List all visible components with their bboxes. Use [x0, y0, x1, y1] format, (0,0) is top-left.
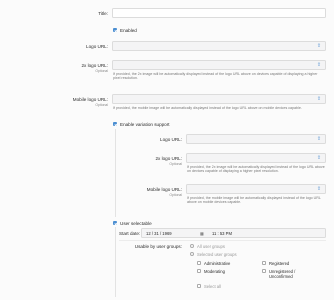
logo-url-input[interactable]: ⇪ [112, 41, 326, 51]
variation-mobile-logo-label: Mobile logo URL: [146, 187, 182, 192]
variation-logo-2x-label: 2x logo URL: [155, 156, 182, 161]
variation-logo-2x-optional: Optional [169, 162, 182, 166]
user-selectable-panel [115, 227, 116, 297]
enabled-checkbox[interactable] [113, 28, 117, 32]
upload-icon[interactable]: ⇪ [316, 187, 322, 192]
upload-icon[interactable]: ⇪ [316, 137, 322, 142]
all-user-groups-label: All user groups [197, 243, 225, 249]
logo-2x-optional: Optional [95, 69, 108, 73]
group-moderating-label: Moderating [204, 268, 225, 274]
start-date-date[interactable]: 12 / 31 / 1969 [146, 231, 172, 236]
upload-icon[interactable]: ⇪ [316, 63, 322, 68]
group-registered-label: Registered [269, 260, 290, 266]
variation-mobile-logo-optional: Optional [169, 193, 182, 197]
user-selectable-checkbox[interactable] [113, 221, 117, 225]
start-date-label: Start date: [119, 230, 141, 236]
start-date-input[interactable]: 12 / 31 / 1969 ▦ 11 : 53 PM [141, 228, 326, 238]
group-unregistered-checkbox[interactable] [262, 268, 266, 273]
upload-icon[interactable]: ⇪ [316, 44, 322, 49]
variation-logo-url-label: Logo URL: [160, 137, 182, 142]
variation-mobile-logo-hint: If provided, the mobile image will be au… [187, 196, 321, 205]
title-label: Title: [98, 11, 108, 16]
upload-icon[interactable]: ⇪ [316, 97, 322, 102]
variation-logo-2x-input[interactable]: ⇪ [186, 153, 326, 163]
mobile-logo-input[interactable]: ⇪ [112, 94, 326, 104]
group-administrative-label: Administrative [204, 260, 231, 266]
calendar-icon[interactable]: ▦ [200, 231, 204, 236]
variation-checkbox[interactable] [113, 122, 117, 126]
mobile-logo-hint: If provided, the mobile image will be au… [113, 106, 302, 110]
user-selectable-label: User selectable [120, 220, 152, 226]
variation-logo-2x-hint: If provided, the 2x image will be automa… [187, 165, 325, 174]
enabled-label: Enabled [120, 27, 137, 33]
title-input[interactable] [112, 8, 326, 18]
all-user-groups-radio[interactable] [190, 243, 194, 248]
divider [119, 240, 326, 241]
group-administrative-checkbox[interactable] [197, 260, 201, 265]
variation-label: Enable variation support [120, 121, 170, 127]
logo-url-label: Logo URL: [86, 44, 108, 49]
usable-by-label: Usable by user groups: [134, 243, 182, 249]
variation-panel [115, 129, 116, 217]
group-moderating-checkbox[interactable] [197, 268, 201, 273]
upload-icon[interactable]: ⇪ [316, 156, 322, 161]
group-registered-checkbox[interactable] [262, 260, 266, 265]
group-unregistered-label: Unregistered / Unconfirmed [269, 268, 296, 279]
logo-2x-input[interactable]: ⇪ [112, 60, 326, 70]
mobile-logo-label: Mobile logo URL: [72, 97, 108, 102]
mobile-logo-optional: Optional [95, 103, 108, 107]
selected-user-groups-radio[interactable] [190, 251, 194, 256]
logo-2x-hint: If provided, the 2x image will be automa… [113, 72, 318, 81]
style-variation-form: Title: Enabled Logo URL: ⇪ 2x logo URL: … [0, 0, 334, 300]
selected-user-groups-label: Selected user groups [197, 251, 237, 257]
variation-logo-url-input[interactable]: ⇪ [186, 134, 326, 144]
logo-2x-label: 2x logo URL: [81, 63, 108, 68]
select-all-label: Select all [204, 283, 221, 289]
start-date-time[interactable]: 11 : 53 PM [212, 231, 232, 236]
select-all-checkbox[interactable] [197, 283, 201, 288]
variation-mobile-logo-input[interactable]: ⇪ [186, 184, 326, 194]
